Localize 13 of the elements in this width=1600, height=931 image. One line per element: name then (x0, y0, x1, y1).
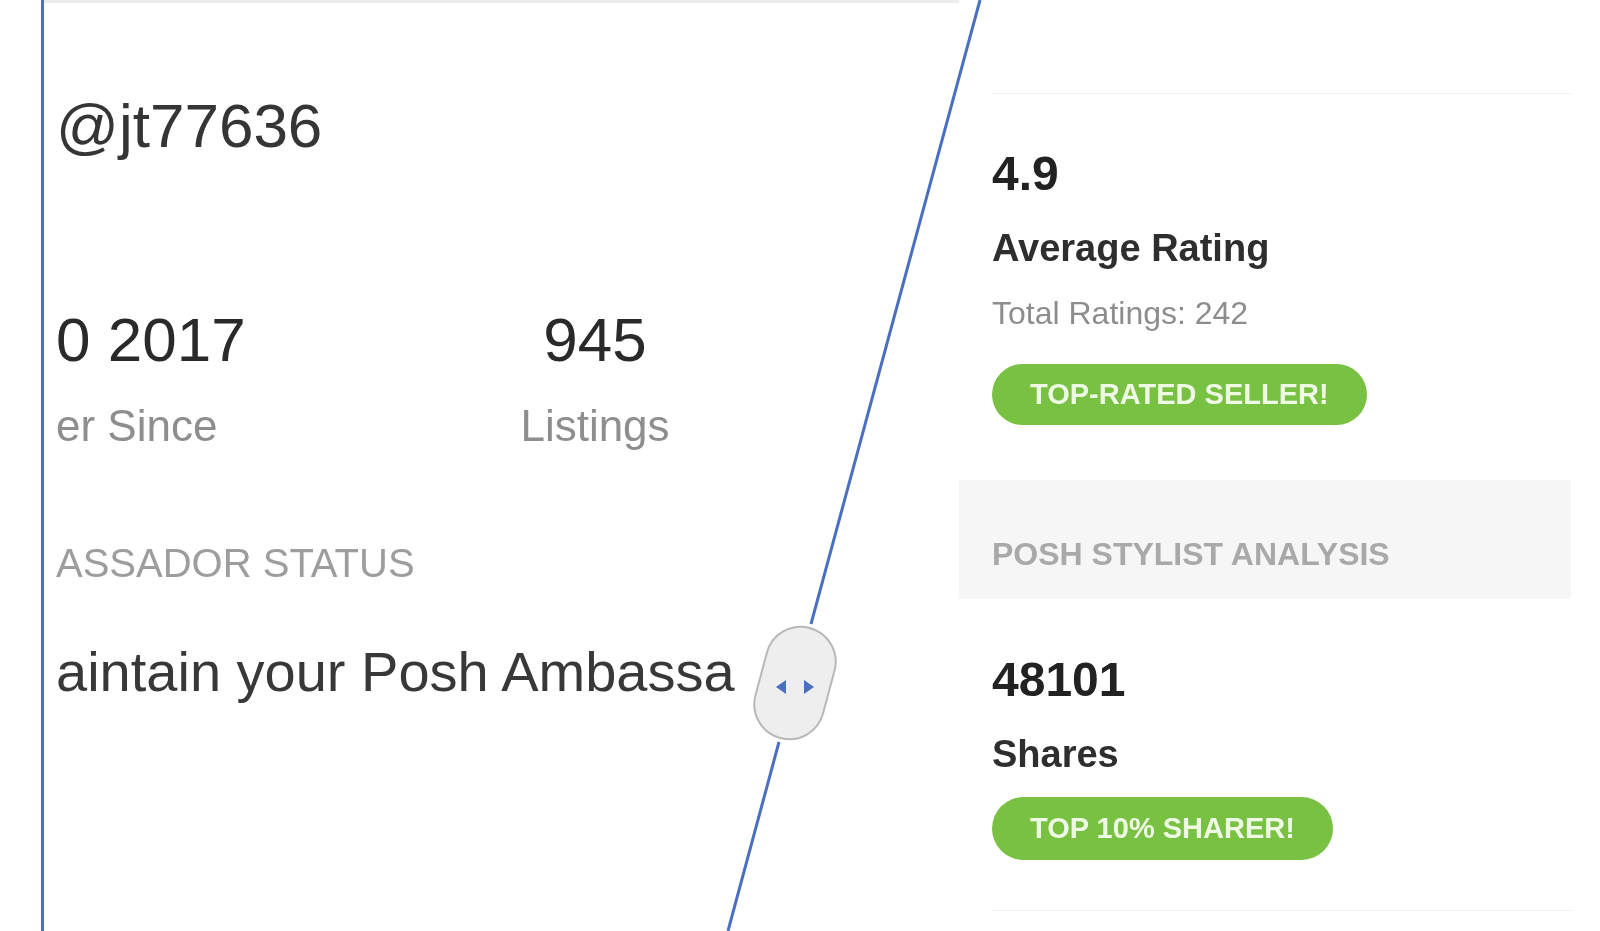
metric-value: 48101 (992, 656, 1126, 704)
stat-value: 945 (543, 309, 647, 371)
achievement-badge: TOP 10% SHARER! (992, 797, 1333, 860)
metric-detail: Total Ratings: 242 (992, 297, 1249, 329)
section-heading: POSH STYLIST ANALYSIS (992, 536, 1390, 572)
achievement-badge: TOP-RATED SELLER! (992, 364, 1367, 425)
stat-label: er Since (56, 404, 218, 448)
metric-label: Shares (992, 735, 1119, 773)
metric-value: 4.9 (992, 150, 1059, 198)
stat-label: Listings (520, 404, 670, 448)
metric-label: Average Rating (992, 229, 1270, 267)
stat-value: 0 2017 (56, 309, 246, 371)
section-heading: ASSADOR STATUS (56, 543, 415, 583)
